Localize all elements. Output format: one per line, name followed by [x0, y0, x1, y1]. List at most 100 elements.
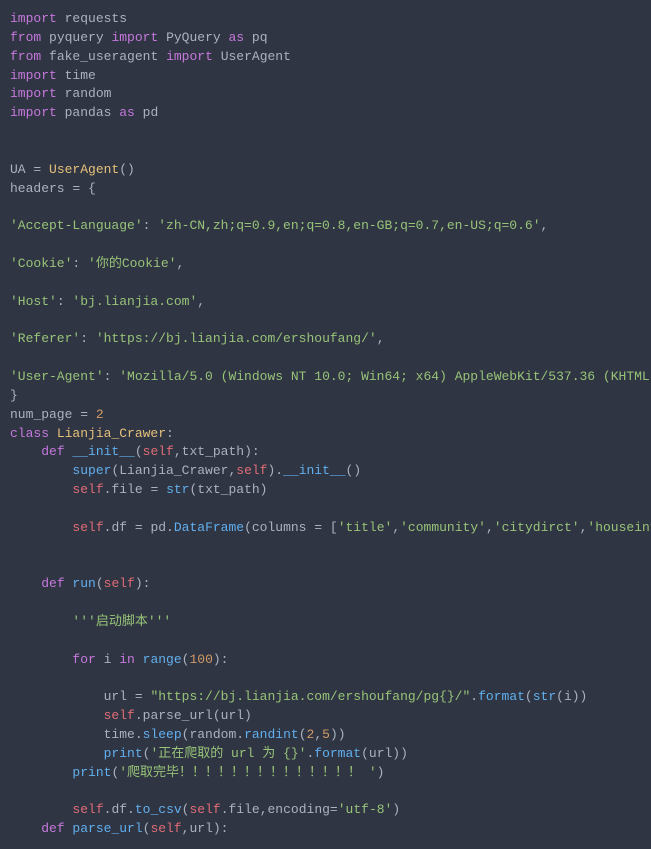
paren: (url)) — [361, 746, 408, 761]
paren: (columns = [ — [244, 520, 338, 535]
fn: format — [314, 746, 361, 761]
kw-from: from — [10, 30, 41, 45]
fnname: parse_url — [65, 821, 143, 836]
code-block: import requests from pyquery import PyQu… — [10, 10, 641, 839]
brace: } — [10, 388, 18, 403]
num: 5 — [322, 727, 330, 742]
kw-def: def — [41, 576, 64, 591]
paren: ( — [299, 727, 307, 742]
str: '正在爬取的 url 为 {}' — [150, 746, 306, 761]
fn: super — [72, 463, 111, 478]
key: 'User-Agent' — [10, 369, 104, 384]
txt: .df. — [104, 802, 135, 817]
txt — [41, 49, 49, 64]
paren: ) — [377, 765, 385, 780]
colon: : — [80, 331, 96, 346]
self: self — [72, 520, 103, 535]
paren: () — [346, 463, 362, 478]
key: 'Accept-Language' — [10, 218, 143, 233]
comma: , — [176, 256, 184, 271]
kw-as: as — [229, 30, 245, 45]
paren: (txt_path) — [189, 482, 267, 497]
comma: , — [314, 727, 322, 742]
colon: : — [104, 369, 120, 384]
txt: .df = pd. — [104, 520, 174, 535]
str: '爬取完毕！！！！！！！！！！！！！！ ' — [119, 765, 376, 780]
fn: sleep — [143, 727, 182, 742]
var: headers — [10, 181, 65, 196]
self: self — [72, 482, 103, 497]
colon: : — [57, 294, 73, 309]
comma: , — [541, 218, 549, 233]
paren: )) — [330, 727, 346, 742]
val: 'bj.lianjia.com' — [72, 294, 197, 309]
kw-import: import — [10, 68, 57, 83]
self: self — [189, 802, 220, 817]
paren: (i)) — [556, 689, 587, 704]
fnname: run — [65, 576, 96, 591]
var: num_page — [10, 407, 72, 422]
alias: pd — [143, 105, 159, 120]
str: 'houseinfo' — [587, 520, 651, 535]
colon: : — [166, 426, 174, 441]
txt: .file,encoding= — [221, 802, 338, 817]
name: UserAgent — [221, 49, 291, 64]
paren: ( — [96, 576, 104, 591]
str: "https://bj.lianjia.com/ershoufang/pg{}/… — [150, 689, 470, 704]
txt — [57, 11, 65, 26]
fnname: __init__ — [65, 444, 135, 459]
alias: pq — [252, 30, 268, 45]
fn: range — [135, 652, 182, 667]
self: self — [104, 576, 135, 591]
txt: ). — [267, 463, 283, 478]
txt: .parse_url(url) — [135, 708, 252, 723]
fn: randint — [244, 727, 299, 742]
dot: . — [470, 689, 478, 704]
kw-import: import — [111, 30, 158, 45]
txt — [57, 68, 65, 83]
kw-from: from — [10, 49, 41, 64]
var: i — [96, 652, 119, 667]
params: ,txt_path): — [174, 444, 260, 459]
cls: UserAgent — [49, 162, 119, 177]
txt: time. — [104, 727, 143, 742]
txt — [158, 30, 166, 45]
kw-import: import — [10, 86, 57, 101]
key: 'Referer' — [10, 331, 80, 346]
op: = { — [65, 181, 96, 196]
val: 'zh-CN,zh;q=0.9,en;q=0.8,en-GB;q=0.7,en-… — [158, 218, 540, 233]
paren: ( — [135, 444, 143, 459]
kw-import: import — [166, 49, 213, 64]
self: self — [150, 821, 181, 836]
txt — [57, 86, 65, 101]
mod: random — [65, 86, 112, 101]
fn: DataFrame — [174, 520, 244, 535]
num: 2 — [96, 407, 104, 422]
val: 'https://bj.lianjia.com/ershoufang/' — [96, 331, 377, 346]
comma: , — [392, 520, 400, 535]
str: 'title' — [338, 520, 393, 535]
kw-def: def — [41, 821, 64, 836]
kw-import: import — [10, 105, 57, 120]
var: url = — [104, 689, 151, 704]
txt — [57, 105, 65, 120]
mod: pandas — [65, 105, 112, 120]
val: '你的Cookie' — [88, 256, 176, 271]
docstring: '''启动脚本''' — [72, 614, 171, 629]
fn: to_csv — [135, 802, 182, 817]
paren: ( — [143, 821, 151, 836]
kw-in: in — [119, 652, 135, 667]
self: self — [72, 802, 103, 817]
key: 'Host' — [10, 294, 57, 309]
kw-as: as — [119, 105, 135, 120]
op: = — [26, 162, 49, 177]
fn-print: print — [72, 765, 111, 780]
var: UA — [10, 162, 26, 177]
val: 'Mozilla/5.0 (Windows NT 10.0; Win64; x6… — [119, 369, 651, 384]
paren: ( — [182, 802, 190, 817]
str: 'community' — [400, 520, 486, 535]
txt — [213, 49, 221, 64]
paren: ): — [213, 652, 229, 667]
self: self — [104, 708, 135, 723]
txt — [135, 105, 143, 120]
